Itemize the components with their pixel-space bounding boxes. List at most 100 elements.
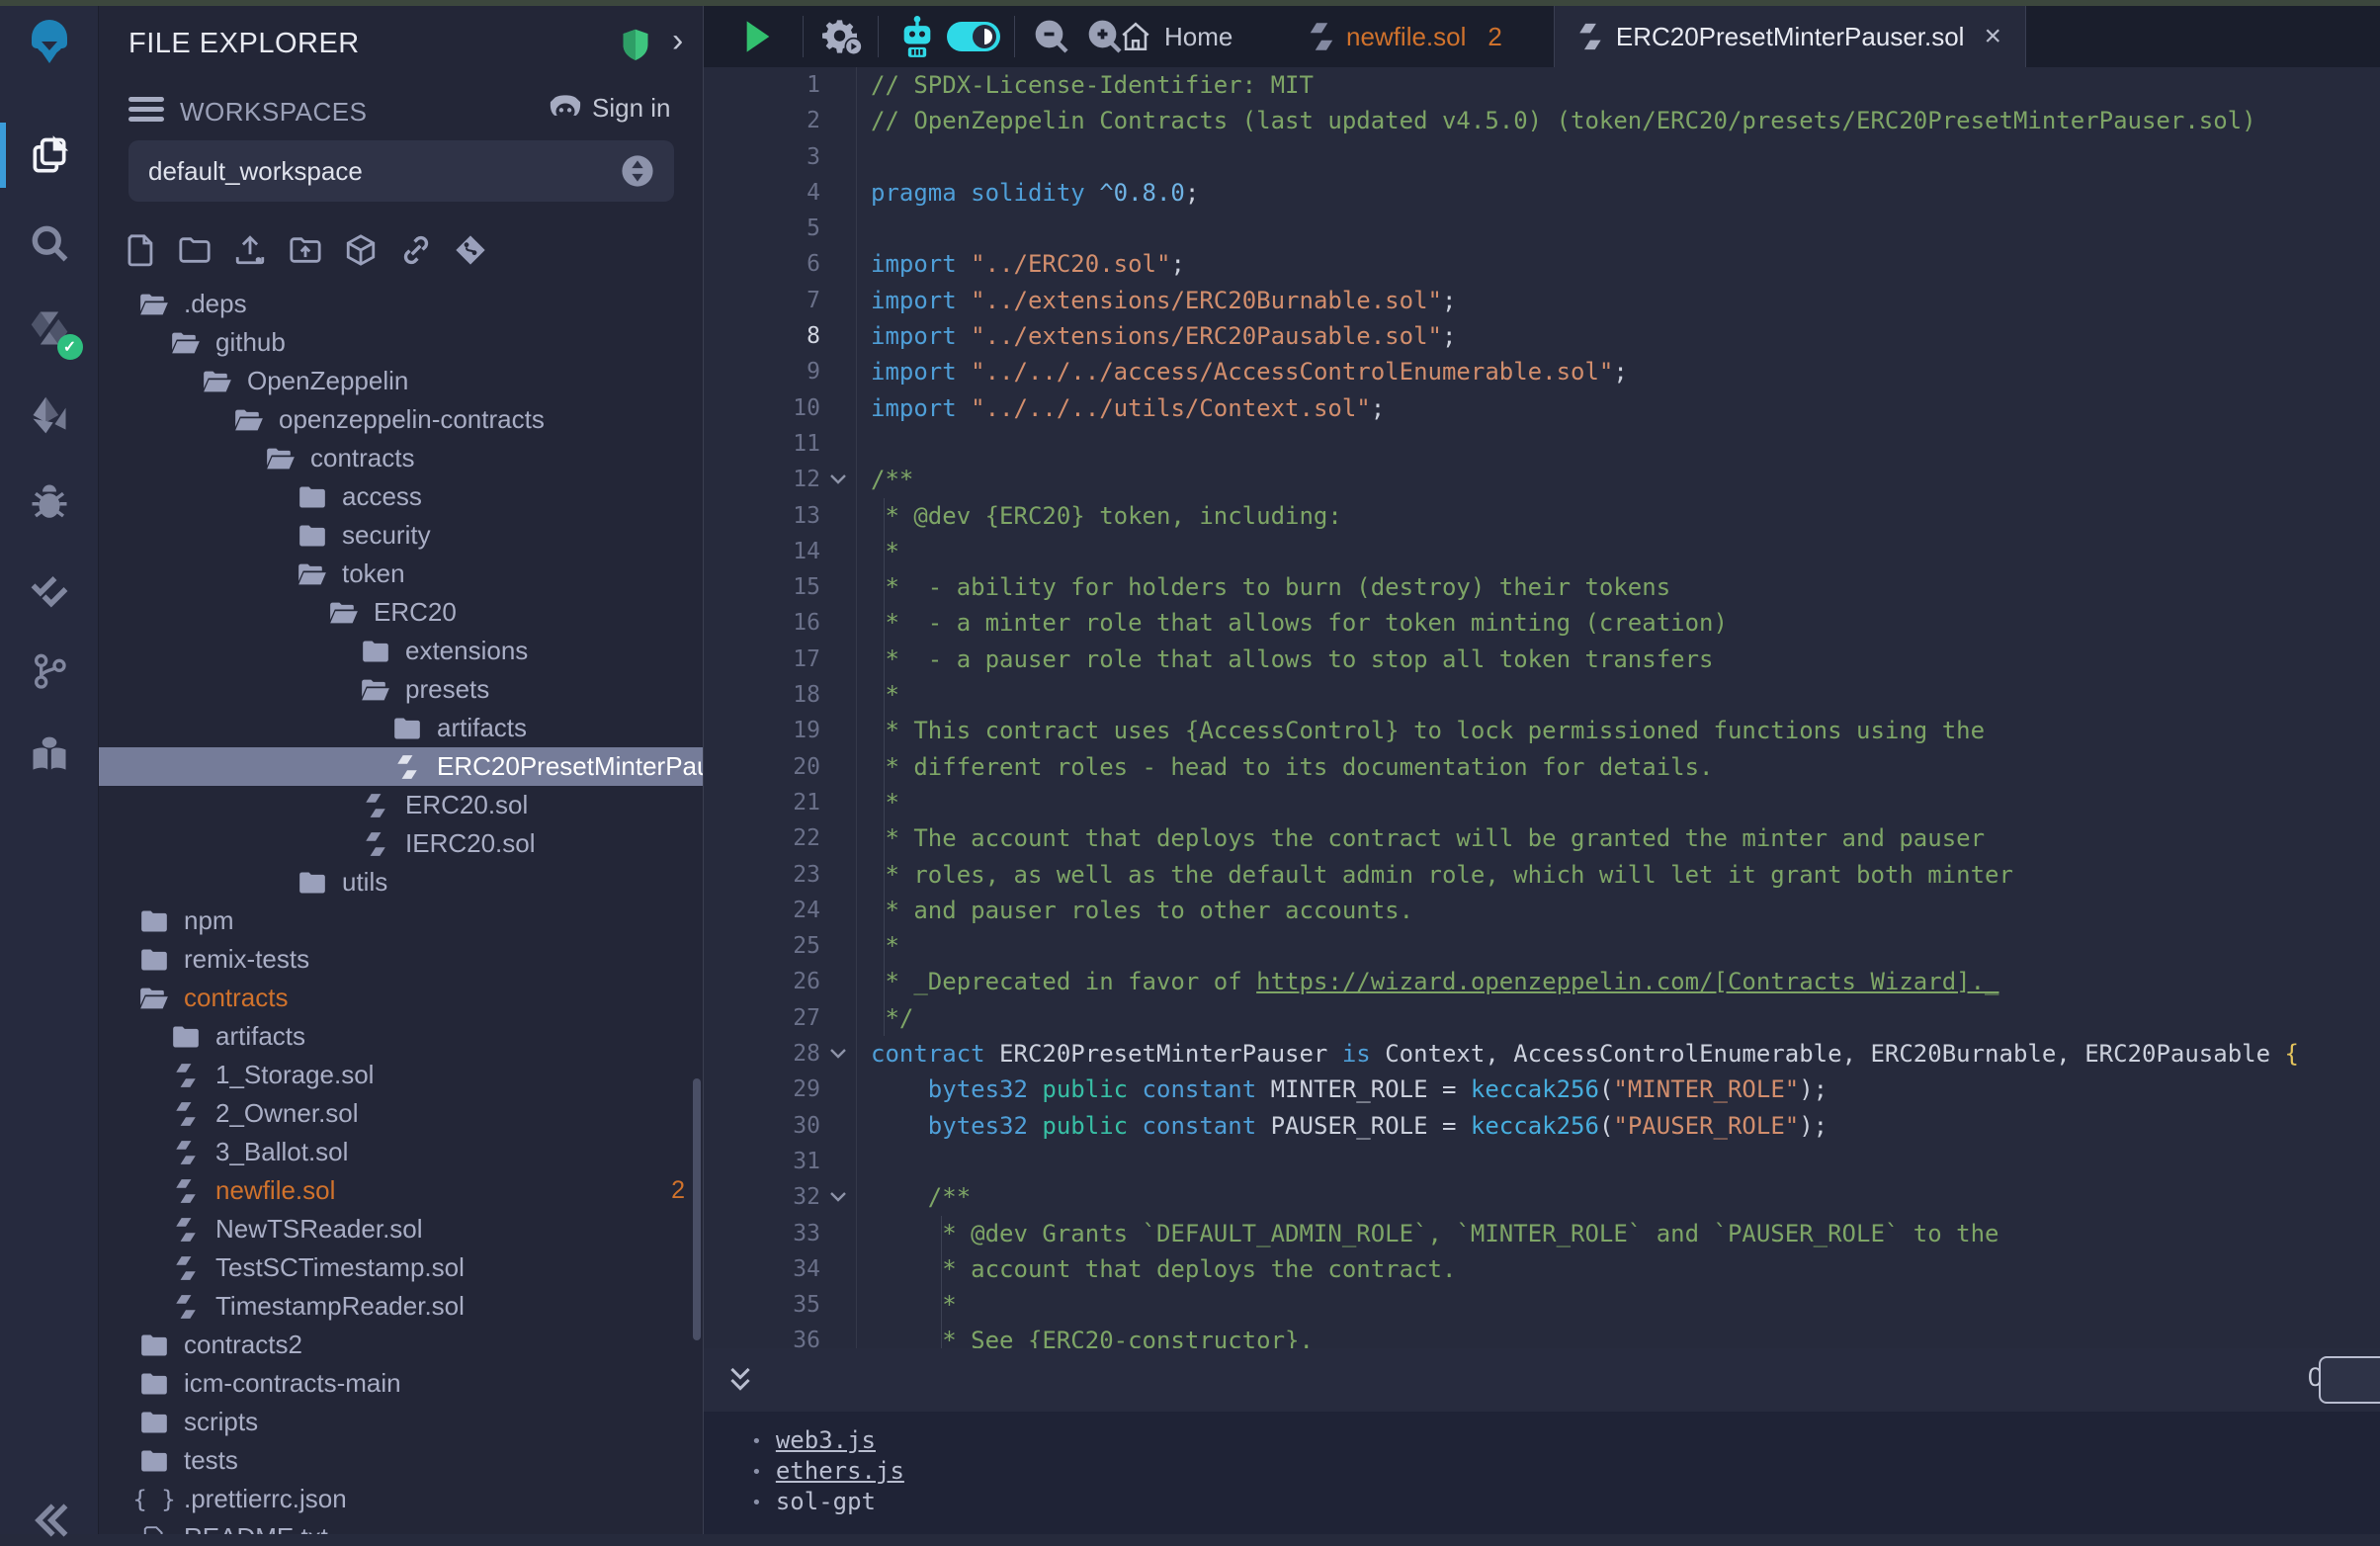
code-line-4[interactable]: 4pragma solidity ^0.8.0; [704,175,2380,211]
cube-icon[interactable] [344,233,378,267]
remix-logo-icon[interactable] [24,18,75,69]
zoom-out-icon[interactable] [1032,6,1071,67]
code-line-28[interactable]: 28contract ERC20PresetMinterPauser is Co… [704,1036,2380,1072]
code-line-10[interactable]: 10import "../../../utils/Context.sol"; [704,390,2380,426]
code-line-16[interactable]: 16 * - a minter role that allows for tok… [704,605,2380,641]
code-line-15[interactable]: 15 * - ability for holders to burn (dest… [704,569,2380,605]
code-line-22[interactable]: 22 * The account that deploys the contra… [704,820,2380,856]
tree-item-presets[interactable]: presets [99,670,703,709]
tree-item-github[interactable]: github [99,323,703,362]
tree-item-npm[interactable]: npm [99,902,703,940]
tree-item-erc20-sol[interactable]: ERC20.sol [99,786,703,824]
upload-folder-icon[interactable] [289,235,322,265]
ai-copilot-toggle[interactable] [945,6,1002,67]
terminal-header[interactable]: 0 [704,1348,2380,1412]
tree-item-1-storage-sol[interactable]: 1_Storage.sol [99,1056,703,1094]
tree-item-readme-txt[interactable]: README.txt [99,1518,703,1534]
upload-file-icon[interactable] [233,233,267,267]
code-line-23[interactable]: 23 * roles, as well as the default admin… [704,857,2380,893]
code-line-21[interactable]: 21 * [704,785,2380,820]
solidity-compiler-icon[interactable]: ✓ [24,302,75,354]
tree-item-tests[interactable]: tests [99,1441,703,1480]
run-config-button[interactable] [820,6,864,67]
code-line-20[interactable]: 20 * different roles - head to its docum… [704,749,2380,785]
git-diamond-icon[interactable] [455,234,486,266]
code-line-36[interactable]: 36 * See {ERC20-constructor}. [704,1323,2380,1348]
tree-item-token[interactable]: token [99,555,703,593]
code-line-34[interactable]: 34 * account that deploys the contract. [704,1251,2380,1287]
ai-copilot-icon[interactable] [897,6,937,67]
code-line-9[interactable]: 9import "../../../access/AccessControlEn… [704,354,2380,389]
tree-item-erc20[interactable]: ERC20 [99,593,703,632]
new-file-icon[interactable] [127,233,156,267]
search-icon[interactable] [24,217,75,269]
terminal-expand-icon[interactable] [725,1364,755,1396]
tab-newfile-sol[interactable]: newfile.sol 2 [1297,6,1514,67]
code-line-8[interactable]: 8import "../extensions/ERC20Pausable.sol… [704,318,2380,354]
code-line-26[interactable]: 26 * _Deprecated in favor of https://wiz… [704,964,2380,999]
code-line-25[interactable]: 25 * [704,928,2380,964]
terminal-output[interactable]: •web3.js•ethers.js•sol-gpt Type the libr… [704,1412,2380,1534]
code-line-32[interactable]: 32 /** [704,1179,2380,1215]
file-panel-scrollbar[interactable] [693,1078,701,1340]
code-line-30[interactable]: 30 bytes32 public constant PAUSER_ROLE =… [704,1108,2380,1144]
file-explorer-icon[interactable] [24,130,75,182]
tab-erc20presetminterpauser[interactable]: ERC20PresetMinterPauser.sol × [1554,6,2026,67]
tree-item-3-ballot-sol[interactable]: 3_Ballot.sol [99,1133,703,1171]
terminal-link-web3-js[interactable]: web3.js [776,1426,876,1454]
run-script-button[interactable] [743,6,773,67]
code-line-13[interactable]: 13 * @dev {ERC20} token, including: [704,498,2380,534]
tree-item-extensions[interactable]: extensions [99,632,703,670]
code-line-2[interactable]: 2// OpenZeppelin Contracts (last updated… [704,103,2380,138]
tree-item-remix-tests[interactable]: remix-tests [99,940,703,979]
close-tab-icon[interactable]: × [1984,22,2001,51]
terminal-search-box[interactable] [2319,1356,2380,1404]
unit-testing-icon[interactable] [24,563,75,615]
tree-item-contracts[interactable]: contracts [99,439,703,477]
tree-item-timestampreader-sol[interactable]: TimestampReader.sol [99,1287,703,1326]
tree-item-icm-contracts-main[interactable]: icm-contracts-main [99,1364,703,1403]
workspace-select[interactable]: default_workspace [128,140,674,202]
tree-item-artifacts[interactable]: artifacts [99,709,703,747]
terminal-link-ethers-js[interactable]: ethers.js [776,1457,904,1485]
tree-item--deps[interactable]: .deps [99,285,703,323]
code-line-12[interactable]: 12/** [704,462,2380,497]
sign-in-button[interactable]: Sign in [549,93,671,124]
code-line-3[interactable]: 3 [704,139,2380,175]
code-line-7[interactable]: 7import "../extensions/ERC20Burnable.sol… [704,283,2380,318]
deploy-run-icon[interactable] [24,389,75,441]
tree-item-openzeppelin-contracts[interactable]: openzeppelin-contracts [99,400,703,439]
code-line-35[interactable]: 35 * [704,1287,2380,1323]
fold-chevron-icon[interactable] [820,462,856,497]
tree-item-openzeppelin[interactable]: OpenZeppelin [99,362,703,400]
code-line-14[interactable]: 14 * [704,534,2380,569]
learneth-icon[interactable] [24,730,75,781]
debugger-icon[interactable] [24,476,75,528]
code-line-33[interactable]: 33 * @dev Grants `DEFAULT_ADMIN_ROLE`, `… [704,1216,2380,1251]
tree-item-2-owner-sol[interactable]: 2_Owner.sol [99,1094,703,1133]
link-icon[interactable] [399,233,433,267]
tree-item-ierc20-sol[interactable]: IERC20.sol [99,824,703,863]
new-folder-icon[interactable] [178,235,212,265]
code-line-24[interactable]: 24 * and pauser roles to other accounts. [704,893,2380,928]
tree-item-access[interactable]: access [99,477,703,516]
tree-item-artifacts[interactable]: artifacts [99,1017,703,1056]
tab-home[interactable]: Home [1119,6,1232,67]
code-line-11[interactable]: 11 [704,426,2380,462]
code-line-18[interactable]: 18 * [704,677,2380,713]
shield-icon[interactable] [621,28,650,63]
tree-item-testsctimestamp-sol[interactable]: TestSCTimestamp.sol [99,1248,703,1287]
code-line-1[interactable]: 1// SPDX-License-Identifier: MIT [704,67,2380,103]
tree-item-contracts[interactable]: contracts [99,979,703,1017]
code-line-5[interactable]: 5 [704,211,2380,246]
tree-item-newfile-sol[interactable]: newfile.sol2 [99,1171,703,1210]
tree-item-newtsreader-sol[interactable]: NewTSReader.sol [99,1210,703,1248]
tree-item--prettierrc-json[interactable]: { }.prettierrc.json [99,1480,703,1518]
code-editor[interactable]: 1// SPDX-License-Identifier: MIT2// Open… [704,67,2380,1348]
code-line-27[interactable]: 27 */ [704,1000,2380,1036]
tree-item-erc20presetminterpauser-[interactable]: ERC20PresetMinterPauser... [99,747,703,786]
code-line-31[interactable]: 31 [704,1144,2380,1179]
tree-item-security[interactable]: security [99,516,703,555]
git-icon[interactable] [24,646,75,698]
code-line-6[interactable]: 6import "../ERC20.sol"; [704,246,2380,282]
